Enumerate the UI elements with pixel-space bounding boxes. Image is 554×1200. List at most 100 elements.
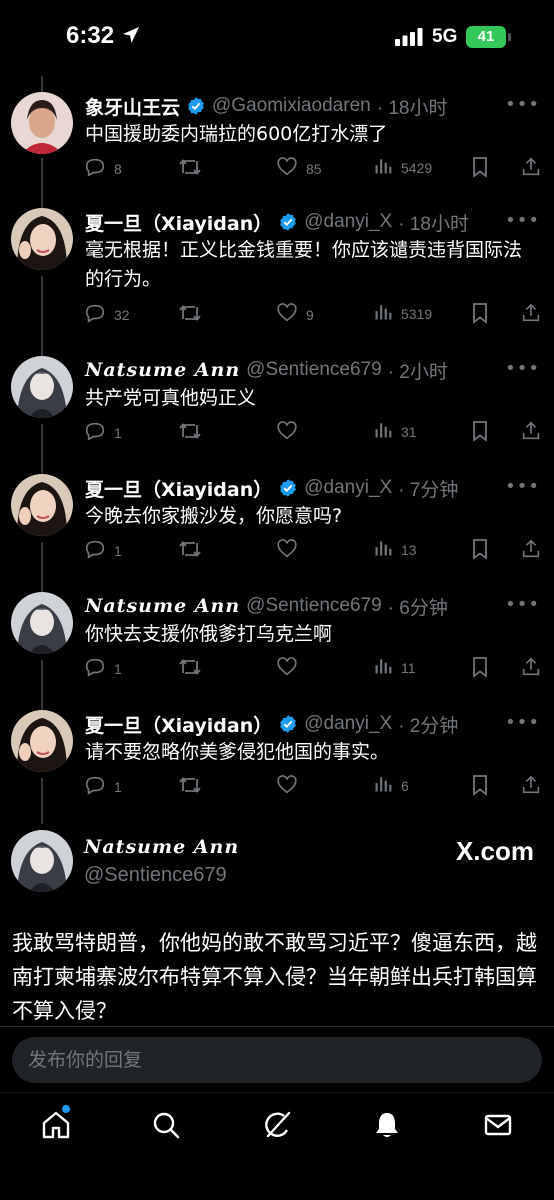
author-name[interactable]: 夏一旦（Xiayidan）: [85, 711, 272, 738]
view-count: 5429: [401, 159, 433, 176]
like-button[interactable]: [276, 538, 306, 563]
views-button[interactable]: 11: [373, 656, 416, 679]
author-handle[interactable]: @danyi_X: [304, 211, 392, 233]
tweet-actions: 1 11: [0, 656, 554, 686]
more-options-icon[interactable]: •••: [505, 712, 540, 733]
notifications-icon[interactable]: [371, 1109, 403, 1141]
battery-tip: [508, 33, 511, 41]
views-button[interactable]: 13: [373, 538, 417, 561]
more-options-icon[interactable]: •••: [505, 476, 540, 497]
share-icon: [520, 538, 542, 563]
more-options-icon[interactable]: •••: [505, 94, 540, 115]
author-name[interactable]: 象牙山王云: [85, 93, 180, 120]
bookmark-icon: [470, 420, 490, 445]
reply-button[interactable]: 1: [84, 774, 122, 799]
retweet-button[interactable]: [178, 302, 210, 327]
reply-input[interactable]: 发布你的回复: [12, 1037, 542, 1083]
avatar[interactable]: [11, 92, 73, 154]
bookmark-button[interactable]: [470, 302, 490, 327]
reply-button[interactable]: 32: [84, 302, 130, 327]
bookmark-button[interactable]: [470, 656, 490, 681]
reply-icon: [84, 420, 106, 445]
bookmark-button[interactable]: [470, 156, 490, 181]
author-name[interactable]: 夏一旦（Xiayidan）: [85, 209, 272, 236]
retweet-button[interactable]: [178, 656, 210, 681]
views-button[interactable]: 5429: [373, 156, 432, 179]
retweet-icon: [178, 302, 202, 327]
retweet-icon: [178, 420, 202, 445]
reply-button[interactable]: 8: [84, 156, 122, 181]
author-handle[interactable]: @Sentience679: [246, 359, 382, 381]
view-count: 11: [401, 659, 416, 676]
more-options-icon[interactable]: •••: [505, 210, 540, 231]
tweet-time: · 6分钟: [387, 597, 448, 619]
avatar[interactable]: [11, 710, 73, 772]
more-options-icon[interactable]: •••: [505, 358, 540, 379]
heart-icon: [276, 420, 298, 445]
share-button[interactable]: [520, 538, 542, 563]
notification-dot: [62, 1105, 70, 1113]
reply-icon: [84, 774, 106, 799]
share-button[interactable]: [520, 774, 542, 799]
avatar[interactable]: [11, 208, 73, 270]
reply-button[interactable]: 1: [84, 656, 122, 681]
retweet-icon: [178, 538, 202, 563]
reply-button[interactable]: 1: [84, 538, 122, 563]
like-button[interactable]: [276, 774, 306, 799]
tweet-text: 今晚去你家搬沙发，你愿意吗?: [85, 505, 343, 527]
author-name[interactable]: Natsume Ann: [85, 595, 240, 617]
search-icon[interactable]: [150, 1109, 182, 1141]
retweet-button[interactable]: [178, 538, 210, 563]
reply-button[interactable]: 1: [84, 420, 122, 445]
tweet-time: · 18小时: [376, 97, 448, 119]
share-button[interactable]: [520, 656, 542, 681]
share-button[interactable]: [520, 302, 542, 327]
author-handle[interactable]: @Gaomixiaodaren: [212, 95, 371, 117]
main-author-handle[interactable]: @Sentience679: [84, 864, 227, 887]
messages-icon[interactable]: [482, 1109, 514, 1141]
tweet-header: Natsume Ann @Sentience679 · 2小时: [85, 356, 448, 384]
author-name[interactable]: Natsume Ann: [85, 359, 240, 381]
share-button[interactable]: [520, 420, 542, 445]
views-button[interactable]: 6: [373, 774, 409, 797]
views-icon: [373, 156, 393, 179]
main-author-name[interactable]: Natsume Ann: [84, 836, 239, 858]
bookmark-button[interactable]: [470, 420, 490, 445]
tweet-actions: 1 6: [0, 774, 554, 804]
heart-icon: [276, 538, 298, 563]
more-options-icon[interactable]: •••: [505, 594, 540, 615]
avatar[interactable]: [11, 830, 73, 892]
like-button[interactable]: [276, 420, 306, 445]
home-icon[interactable]: [40, 1109, 72, 1141]
verified-badge-icon: [278, 478, 298, 498]
share-button[interactable]: [520, 156, 542, 181]
like-button[interactable]: 9: [276, 302, 314, 327]
views-button[interactable]: 5319: [373, 302, 432, 325]
like-button[interactable]: [276, 656, 306, 681]
thread-line: [41, 76, 43, 92]
author-name[interactable]: 夏一旦（Xiayidan）: [85, 475, 272, 502]
x-com-watermark: X.com: [455, 836, 534, 866]
views-button[interactable]: 31: [373, 420, 417, 443]
like-count: 9: [306, 306, 314, 323]
retweet-button[interactable]: [178, 156, 210, 181]
bookmark-button[interactable]: [470, 774, 490, 799]
reply-count: 1: [114, 542, 122, 559]
retweet-button[interactable]: [178, 420, 210, 445]
grok-icon[interactable]: [261, 1109, 293, 1141]
avatar[interactable]: [11, 592, 73, 654]
avatar[interactable]: [11, 474, 73, 536]
share-icon: [520, 656, 542, 681]
tweet-text: 共产党可真他妈正义: [85, 387, 257, 409]
retweet-button[interactable]: [178, 774, 210, 799]
like-button[interactable]: 85: [276, 156, 322, 181]
views-icon: [373, 538, 393, 561]
avatar[interactable]: [11, 356, 73, 418]
author-handle[interactable]: @Sentience679: [246, 595, 382, 617]
heart-icon: [276, 302, 298, 327]
tweet-actions: 32 9 5319: [0, 302, 554, 332]
bookmark-button[interactable]: [470, 538, 490, 563]
author-handle[interactable]: @danyi_X: [304, 713, 392, 735]
author-handle[interactable]: @danyi_X: [304, 477, 392, 499]
tweet-text: 毫无根据！正义比金钱重要！你应该谴责违背国际法的行为。: [85, 239, 523, 290]
